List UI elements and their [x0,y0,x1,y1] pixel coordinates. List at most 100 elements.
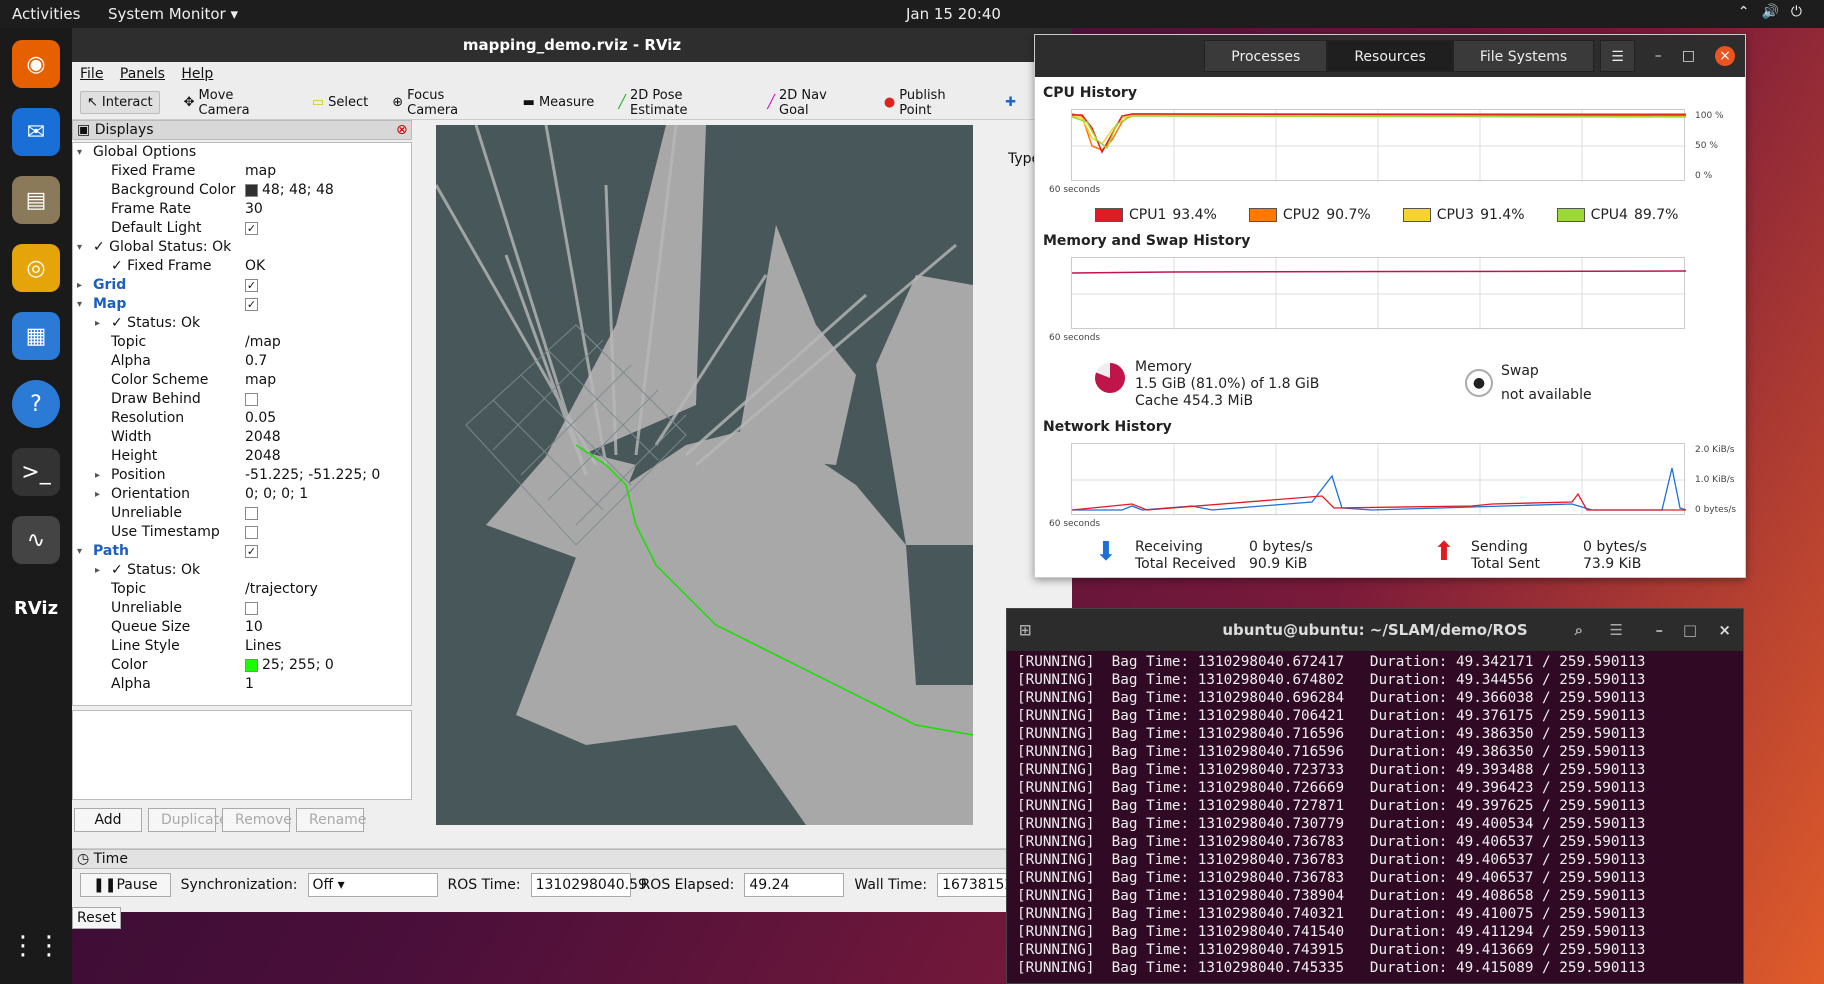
move-camera-tool[interactable]: ✥ Move Camera [184,88,288,118]
tree-row[interactable]: ▾ ✓ Global Status: Ok [73,238,411,257]
property-value[interactable]: ✓ [245,542,258,561]
checkbox[interactable]: ✓ [245,221,258,235]
expand-icon[interactable]: ▾ [77,143,82,162]
tree-row[interactable]: Alpha 0.7 [73,352,411,371]
minimize-icon[interactable]: – [1656,609,1664,651]
cpu-color-swatch[interactable] [1248,208,1277,222]
property-value[interactable]: -51.225; -51.225; 0 [245,466,380,485]
rhythmbox-icon[interactable]: ◎ [12,244,60,292]
property-value[interactable]: /map [245,333,281,352]
tree-row[interactable]: Line Style Lines [73,637,411,656]
activities-button[interactable]: Activities [12,5,80,23]
maximize-icon[interactable]: □ [1682,48,1695,64]
tree-row[interactable]: ✓ Fixed Frame OK [73,257,411,276]
pose-estimate-tool[interactable]: ╱ 2D Pose Estimate [618,88,743,118]
tree-row[interactable]: Topic/trajectory [73,580,411,599]
nav-goal-tool[interactable]: ╱ 2D Nav Goal [767,88,860,118]
interact-tool[interactable]: ↖ Interact [80,91,160,114]
writer-icon[interactable]: ▦ [12,312,60,360]
tree-row[interactable]: Background Color 48; 48; 48 [73,181,411,200]
property-value[interactable]: 25; 255; 0 [245,656,334,675]
property-value[interactable]: 2048 [245,428,281,447]
property-value[interactable] [245,523,258,542]
wall-time-field[interactable]: 167381521 [937,873,1008,897]
ros-elapsed-field[interactable]: 49.24 [744,873,845,897]
tree-row[interactable]: Alpha 1 [73,675,411,694]
property-value[interactable]: 2048 [245,447,281,466]
tree-row[interactable]: Draw Behind [73,390,411,409]
checkbox[interactable] [245,392,258,406]
checkbox[interactable]: ✓ [245,297,258,311]
measure-tool[interactable]: ▬ Measure [523,95,595,110]
thunderbird-icon[interactable]: ✉ [12,108,60,156]
tree-row[interactable]: Queue Size 10 [73,618,411,637]
app-menu[interactable]: System Monitor ▾ [108,5,238,23]
tree-row[interactable]: ▸ ✓ Status: Ok [73,314,411,333]
property-value[interactable]: 48; 48; 48 [245,181,334,200]
duplicate-button[interactable]: Duplicate [148,808,228,832]
expand-icon[interactable]: ▸ [77,276,82,295]
checkbox[interactable] [245,525,258,539]
rviz-icon[interactable]: RViz [12,584,60,632]
property-value[interactable] [245,390,258,409]
expand-icon[interactable]: ▸ [95,314,100,333]
property-value[interactable]: ✓ [245,219,258,238]
tree-row[interactable]: Color 25; 255; 0 [73,656,411,675]
checkbox[interactable] [245,506,258,520]
files-icon[interactable]: ▤ [12,176,60,224]
checkbox[interactable]: ✓ [245,544,258,558]
firefox-icon[interactable]: ◉ [12,40,60,88]
close-icon[interactable]: × [1715,46,1735,66]
clock[interactable]: Jan 15 20:40 [906,5,1001,23]
close-icon[interactable]: ⊗ [396,121,408,139]
menu-icon[interactable]: ☰ [1610,609,1623,651]
tree-row[interactable]: Topic/map [73,333,411,352]
property-value[interactable]: 0.05 [245,409,276,428]
cpu-color-swatch[interactable] [1095,208,1123,222]
property-value[interactable]: /trajectory [245,580,318,599]
cpu-color-swatch[interactable] [1402,208,1431,222]
cpu-color-swatch[interactable] [1556,208,1585,222]
tree-row[interactable]: Resolution 0.05 [73,409,411,428]
select-tool[interactable]: ▭ Select [312,95,368,110]
checkbox[interactable] [245,601,258,615]
add-tool-button[interactable]: ✚ [1005,95,1016,110]
property-value[interactable]: Lines [245,637,281,656]
reset-button[interactable]: Reset [72,907,122,929]
property-value[interactable]: map [245,371,276,390]
tree-row[interactable]: ▸ Orientation 0; 0; 0; 1 [73,485,411,504]
show-apps-icon[interactable]: ⋮⋮ [10,922,62,970]
tree-row[interactable]: Default Light ✓ [73,219,411,238]
sync-select[interactable]: Off ▾ [307,873,438,897]
property-value[interactable] [245,504,258,523]
expand-icon[interactable]: ▾ [77,542,82,561]
property-value[interactable]: map [245,162,276,181]
tree-row[interactable]: ▾ Map ✓ [73,295,411,314]
property-value[interactable]: 30 [245,200,263,219]
tree-row[interactable]: ▸ ✓ Status: Ok [73,561,411,580]
menu-help[interactable]: Help [181,66,213,82]
rename-button[interactable]: Rename [296,808,366,832]
tree-row[interactable]: ▸ Position -51.225; -51.225; 0 [73,466,411,485]
tree-row[interactable]: Unreliable [73,599,411,618]
display-tree[interactable]: ▾ Global Options Fixed Frame map Background … [72,142,412,706]
add-button[interactable]: Add [74,808,142,832]
pause-button[interactable]: ❚❚Pause [80,873,171,897]
tree-row[interactable]: Width 2048 [73,428,411,447]
help-icon[interactable]: ? [12,380,60,428]
tab-resources[interactable]: Resources [1327,40,1453,72]
property-value[interactable]: ✓ [245,295,258,314]
expand-icon[interactable]: ▾ [77,295,82,314]
3d-view[interactable] [436,125,973,825]
tree-row[interactable]: Unreliable [73,504,411,523]
tree-row[interactable]: ▸ Grid ✓ [73,276,411,295]
checkbox[interactable]: ✓ [245,278,258,292]
remove-button[interactable]: Remove [222,808,292,832]
tree-row[interactable]: ▾ Path ✓ [73,542,411,561]
property-value[interactable]: 0.7 [245,352,267,371]
expand-icon[interactable]: ▾ [77,238,82,257]
expand-icon[interactable]: ▸ [95,561,100,580]
property-value[interactable]: OK [245,257,265,276]
property-value[interactable]: 0; 0; 0; 1 [245,485,308,504]
tab-file-systems[interactable]: File Systems [1452,40,1595,72]
